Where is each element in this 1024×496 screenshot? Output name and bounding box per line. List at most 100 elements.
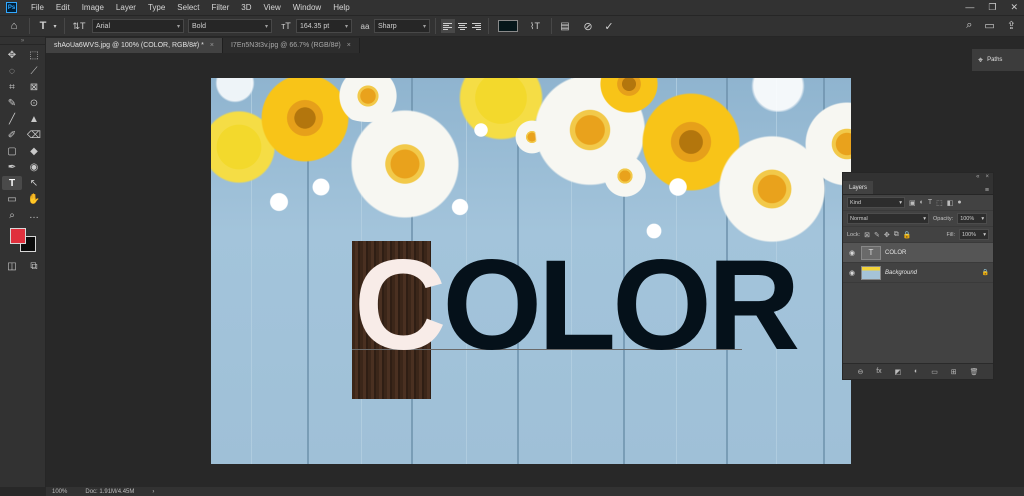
close-icon[interactable]: ✕ — [1010, 0, 1018, 15]
screen-mode-icon[interactable]: ⧉ — [24, 259, 44, 273]
type-tool-icon[interactable]: T — [2, 176, 22, 190]
menu-type[interactable]: Type — [142, 0, 171, 15]
search-icon[interactable]: ⌕ — [966, 19, 972, 32]
restore-icon[interactable]: ❐ — [988, 0, 996, 15]
visibility-eye-icon[interactable]: ◉ — [847, 249, 857, 257]
more-tools-icon[interactable]: … — [24, 208, 44, 222]
workspace-icon[interactable]: ▭ — [984, 19, 994, 32]
type-tool-preset-icon[interactable]: T — [35, 18, 51, 34]
color-swatches[interactable] — [10, 228, 38, 252]
crop-tool-icon[interactable]: ⌗ — [2, 80, 22, 94]
layer-name[interactable]: Background — [885, 270, 917, 276]
lock-artboard-icon[interactable]: ⧉ — [894, 231, 899, 239]
align-center-button[interactable] — [455, 19, 469, 33]
dodge-tool-icon[interactable]: ✒ — [2, 160, 22, 174]
adjustment-layer-icon[interactable]: ◐ — [914, 368, 918, 375]
toolbox-collapse-icon[interactable]: » — [0, 37, 45, 45]
menu-select[interactable]: Select — [171, 0, 205, 15]
cancel-icon[interactable]: ⊘ — [577, 18, 599, 34]
filter-adjustment-icon[interactable]: ◐ — [920, 199, 924, 206]
status-menu-arrow-icon[interactable]: › — [152, 489, 154, 495]
font-size-dropdown[interactable]: 164.35 pt ▾ — [296, 19, 352, 33]
menu-layer[interactable]: Layer — [110, 0, 142, 15]
eraser-tool-icon[interactable]: ⌫ — [24, 128, 44, 142]
delete-layer-icon[interactable]: 🗑 — [970, 368, 979, 376]
marquee-tool-icon[interactable]: ⬚ — [24, 48, 44, 62]
frame-tool-icon[interactable]: ⊠ — [24, 80, 44, 94]
lock-all-icon[interactable]: 🔒 — [903, 231, 912, 239]
filter-kind-dropdown[interactable]: Kind ▾ — [847, 197, 905, 208]
move-tool-icon[interactable]: ✥ — [2, 48, 22, 62]
paths-panel-button[interactable]: ⌖ Paths — [972, 49, 1024, 71]
collapse-icon[interactable]: « — [976, 174, 979, 180]
lasso-tool-icon[interactable]: ◌ — [2, 64, 22, 78]
filter-type-icon[interactable]: T — [928, 199, 932, 206]
zoom-level[interactable]: 100% — [52, 489, 67, 495]
font-family-dropdown[interactable]: Arial ▾ — [92, 19, 184, 33]
new-group-icon[interactable]: ▭ — [931, 368, 938, 376]
align-right-button[interactable] — [469, 19, 483, 33]
foreground-color-swatch[interactable] — [10, 228, 26, 244]
layer-name[interactable]: COLOR — [885, 250, 906, 256]
menu-edit[interactable]: Edit — [50, 0, 76, 15]
minimize-icon[interactable]: — — [965, 0, 974, 15]
share-icon[interactable]: ⇪ — [1007, 19, 1016, 32]
blend-mode-dropdown[interactable]: Normal ▾ — [847, 213, 929, 224]
menu-view[interactable]: View — [258, 0, 287, 15]
text-orientation-icon[interactable]: ⇅T — [70, 18, 88, 34]
lock-transparent-icon[interactable]: ⊠ — [864, 231, 870, 239]
antialias-dropdown[interactable]: Sharp ▾ — [374, 19, 430, 33]
close-icon[interactable]: × — [985, 174, 989, 180]
canvas-area[interactable]: COLOR — [46, 53, 971, 487]
menu-filter[interactable]: Filter — [206, 0, 236, 15]
home-icon[interactable]: ⌂ — [4, 18, 24, 34]
rectangle-tool-icon[interactable]: ▭ — [2, 192, 22, 206]
hand-tool-icon[interactable]: ✋ — [24, 192, 44, 206]
path-select-tool-icon[interactable]: ↖ — [24, 176, 44, 190]
tab-document-2[interactable]: I7En5N3t3v.jpg @ 66.7% (RGB/8#) × — [222, 38, 360, 53]
character-panel-icon[interactable]: ▤ — [557, 18, 573, 34]
close-tab-icon[interactable]: × — [210, 42, 214, 49]
zoom-tool-icon[interactable]: ⌕ — [2, 208, 22, 222]
new-layer-icon[interactable]: ⊞ — [951, 368, 957, 376]
filter-toggle-icon[interactable]: ● — [957, 199, 961, 206]
menu-window[interactable]: Window — [287, 0, 327, 15]
eyedropper-tool-icon[interactable]: ✎ — [2, 96, 22, 110]
filter-smart-object-icon[interactable]: ◧ — [947, 199, 954, 207]
font-style-dropdown[interactable]: Bold ▾ — [188, 19, 272, 33]
layer-row-color[interactable]: ◉ T COLOR — [843, 243, 993, 263]
document-canvas[interactable]: COLOR — [211, 78, 851, 464]
history-brush-tool-icon[interactable]: ✐ — [2, 128, 22, 142]
text-color-swatch[interactable] — [498, 20, 518, 32]
panel-menu-icon[interactable]: ≡ — [985, 187, 993, 194]
warp-text-icon[interactable]: ⌇T — [524, 18, 546, 34]
menu-help[interactable]: Help — [327, 0, 355, 15]
align-left-button[interactable] — [441, 19, 455, 33]
blur-tool-icon[interactable]: ◆ — [24, 144, 44, 158]
menu-file[interactable]: File — [25, 0, 50, 15]
lock-position-icon[interactable]: ✥ — [884, 231, 890, 239]
link-layers-icon[interactable]: ⊖ — [857, 368, 863, 376]
quick-mask-icon[interactable]: ◫ — [2, 259, 22, 273]
filter-shape-icon[interactable]: ⬚ — [936, 199, 943, 207]
fill-field[interactable]: 100% ▾ — [959, 229, 989, 240]
opacity-field[interactable]: 100% ▾ — [957, 213, 988, 224]
tab-layers[interactable]: Layers — [843, 181, 874, 194]
menu-image[interactable]: Image — [76, 0, 110, 15]
pen-tool-icon[interactable]: ◉ — [24, 160, 44, 174]
color-text-layer[interactable]: COLOR — [354, 231, 800, 381]
layer-style-fx-icon[interactable]: fx — [876, 368, 881, 375]
close-tab-icon[interactable]: × — [347, 42, 351, 49]
chevron-down-icon[interactable]: ▾ — [51, 18, 59, 34]
quick-select-tool-icon[interactable]: ⟋ — [24, 64, 44, 78]
commit-icon[interactable]: ✓ — [599, 18, 619, 34]
visibility-eye-icon[interactable]: ◉ — [847, 269, 857, 277]
brush-tool-icon[interactable]: ╱ — [2, 112, 22, 126]
clone-stamp-tool-icon[interactable]: ▲ — [24, 112, 44, 126]
menu-3d[interactable]: 3D — [235, 0, 257, 15]
add-mask-icon[interactable]: ◩ — [895, 368, 902, 376]
tab-document-1[interactable]: shAoUa6WVS.jpg @ 100% (COLOR, RGB/8#) * … — [46, 38, 223, 53]
filter-pixel-icon[interactable]: ▣ — [909, 199, 916, 207]
layer-row-background[interactable]: ◉ Background 🔒 — [843, 263, 993, 283]
lock-image-icon[interactable]: ✎ — [874, 231, 880, 239]
